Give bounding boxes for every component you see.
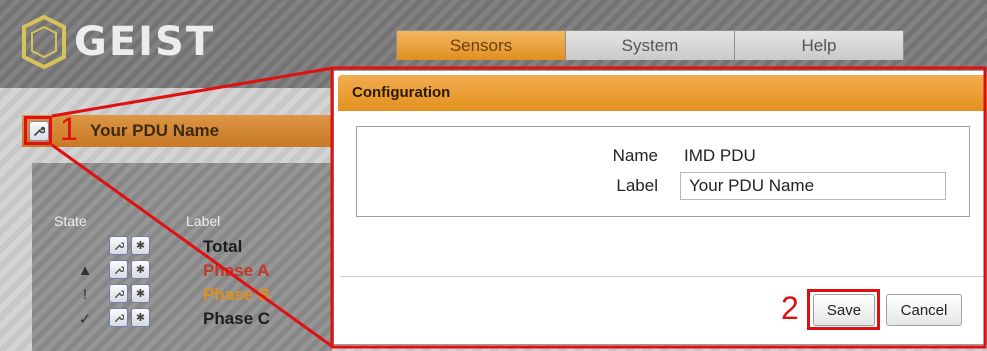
- label-input[interactable]: [680, 172, 946, 200]
- sensor-rows: ✱ Total ▲ ✱ Phase A ! ✱ Phase B ✓ ✱ Phas…: [32, 235, 332, 331]
- highlight-box-step1: [24, 116, 52, 145]
- cancel-button[interactable]: Cancel: [886, 294, 962, 326]
- row-label: Phase A: [203, 261, 270, 280]
- geist-logo-icon: [22, 14, 66, 70]
- pdu-name-label: Your PDU Name: [90, 121, 220, 140]
- table-row: ! ✱ Phase B: [32, 283, 332, 307]
- tab-system[interactable]: System: [565, 30, 735, 60]
- step-number-1: 1: [60, 111, 78, 147]
- row-label: Phase B: [203, 285, 271, 304]
- wrench-icon[interactable]: [109, 284, 128, 303]
- highlight-box-step2: [807, 289, 880, 330]
- column-header-label: Label: [186, 213, 221, 229]
- dialog-divider: [340, 276, 985, 277]
- gear-icon[interactable]: ✱: [131, 308, 150, 327]
- gear-icon[interactable]: ✱: [131, 284, 150, 303]
- logo-text: GEIST: [74, 19, 216, 65]
- wrench-icon[interactable]: [109, 260, 128, 279]
- tab-sensors[interactable]: Sensors: [396, 30, 566, 60]
- dialog-title: Configuration: [352, 84, 451, 101]
- tab-help[interactable]: Help: [734, 30, 904, 60]
- wrench-icon[interactable]: [109, 236, 128, 255]
- wrench-icon[interactable]: [109, 308, 128, 327]
- check-icon: ✓: [78, 311, 92, 328]
- name-value: IMD PDU: [684, 146, 756, 165]
- row-label: Total: [203, 237, 243, 256]
- warning-icon: !: [82, 286, 88, 303]
- alarm-icon: ▲: [77, 262, 93, 279]
- row-label: Phase C: [203, 309, 271, 328]
- label-field-label: Label: [616, 176, 658, 195]
- table-row: ✓ ✱ Phase C: [32, 307, 332, 331]
- name-label: Name: [612, 146, 658, 165]
- geist-logo: GEIST: [18, 12, 215, 72]
- column-header-state: State: [54, 213, 87, 229]
- main-tabs: Sensors System Help: [396, 30, 904, 60]
- gear-icon[interactable]: ✱: [131, 260, 150, 279]
- table-row: ✱ Total: [32, 235, 332, 259]
- step-number-2: 2: [781, 290, 799, 326]
- table-row: ▲ ✱ Phase A: [32, 259, 332, 283]
- gear-icon[interactable]: ✱: [131, 236, 150, 255]
- dialog-title-bar: Configuration: [338, 75, 987, 111]
